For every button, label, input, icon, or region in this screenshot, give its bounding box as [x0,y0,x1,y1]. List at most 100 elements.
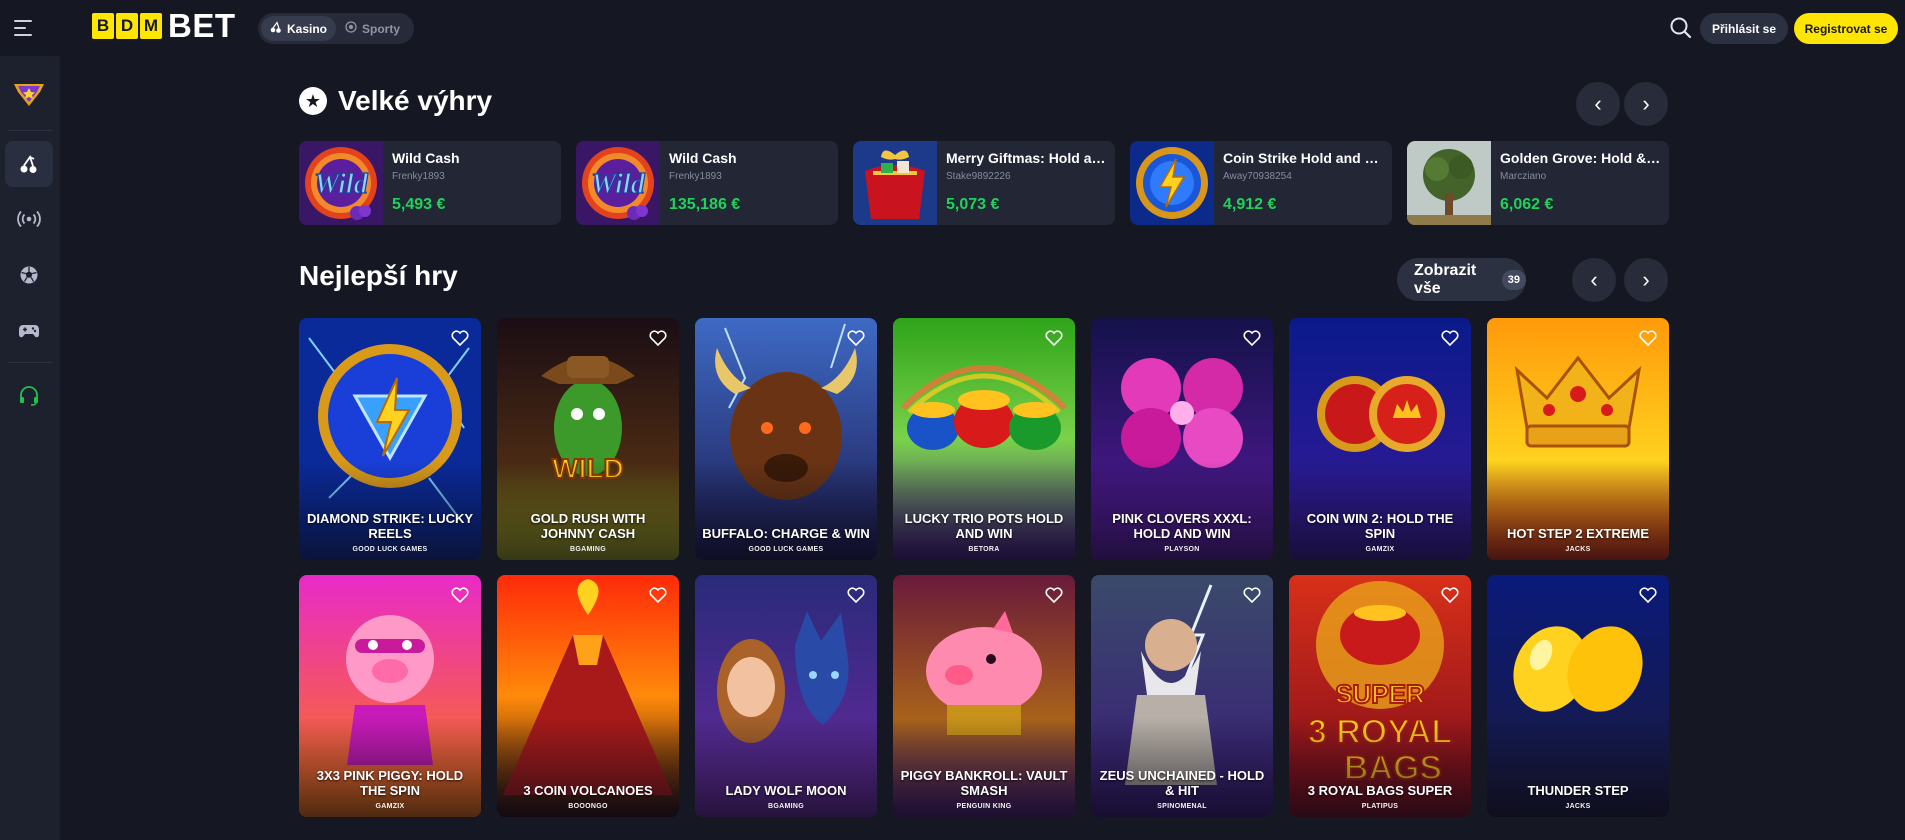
game-card[interactable]: SUPER 3 ROYAL BAGS 3 Royal Bags Super Pl… [1289,575,1471,817]
game-title: 3 Coin Volcanoes [523,783,653,798]
section-title: Velké výhry [338,85,493,116]
rank-icon[interactable] [5,71,53,117]
register-button[interactable]: Registrovat se [1794,13,1898,44]
show-all-label: Zobrazit vše [1414,261,1477,297]
tab-sports[interactable]: Sporty [336,16,409,41]
card-shade [299,717,481,817]
favorite-heart-icon[interactable] [648,328,668,348]
game-title: Zeus Unchained - Hold & Hit [1099,768,1265,798]
game-provider: Platipus [1361,803,1399,810]
casino-icon[interactable] [5,141,53,187]
card-shade [497,717,679,817]
game-card[interactable]: WILD Gold Rush with Johnny Cash BGaming [497,318,679,560]
mode-switch: Kasino Sporty [258,13,414,44]
win-game-name: Wild Cash [392,150,460,166]
win-username: Away70938254 [1223,171,1292,182]
game-card[interactable]: 3x3 Pink Piggy: Hold the Spin Gamzix [299,575,481,817]
game-title: 3x3 Pink Piggy: Hold the Spin [316,768,464,798]
win-card[interactable]: Wild Wild Cash Frenky1893 5,493 € [299,141,561,225]
favorite-heart-icon[interactable] [846,328,866,348]
card-shade [299,460,481,560]
game-card[interactable]: Lucky Trio Pots Hold and Win Betora [893,318,1075,560]
favorite-heart-icon[interactable] [1440,328,1460,348]
game-card[interactable]: Buffalo: Charge & Win Good Luck Games [695,318,877,560]
big-wins-next-button[interactable]: › [1624,82,1668,126]
favorite-heart-icon[interactable] [450,328,470,348]
win-card[interactable]: Merry Giftmas: Hold and Win Stake9892226… [853,141,1115,225]
game-card[interactable]: Lady Wolf Moon BGaming [695,575,877,817]
section-title: Nejlepší hry [299,260,458,291]
svg-text:Wild: Wild [591,169,645,200]
game-card[interactable]: Pink Clovers XXXL: Hold and Win Playson [1091,318,1273,560]
game-title: Coin Win 2: Hold the Spin [1306,511,1454,541]
favorite-heart-icon[interactable] [1638,585,1658,605]
win-card[interactable]: Coin Strike Hold and Win Away70938254 4,… [1130,141,1392,225]
card-shade [1289,717,1471,817]
card-shade [893,460,1075,560]
favorite-heart-icon[interactable] [1242,328,1262,348]
win-amount: 135,186 € [669,196,741,213]
win-game-name: Merry Giftmas: Hold and Win [946,150,1108,166]
game-title: Pink Clovers XXXL: Hold and Win [1112,511,1252,541]
show-all-button[interactable]: Zobrazit vše 39 [1397,258,1526,301]
login-button[interactable]: Přihlásit se [1700,13,1788,44]
svg-text:SUPER: SUPER [1335,679,1425,709]
game-provider: Good Luck Games [748,546,824,553]
support-icon[interactable] [5,373,53,419]
game-title: 3 Royal Bags Super [1307,783,1453,798]
win-username: Stake9892226 [946,171,1011,182]
tab-casino[interactable]: Kasino [261,16,337,41]
game-provider: Jacks [1565,546,1591,553]
gamepad-icon[interactable] [5,308,53,354]
game-card[interactable]: Zeus Unchained - Hold & Hit Spinomenal [1091,575,1273,817]
tab-label: Kasino [287,21,328,36]
card-shade [695,717,877,817]
game-card[interactable]: Diamond Strike: Lucky Reels Good Luck Ga… [299,318,481,560]
game-title: Hot Step 2 Extreme [1506,526,1650,541]
favorite-heart-icon[interactable] [1440,585,1460,605]
menu-toggle-icon[interactable] [14,14,42,42]
game-card[interactable]: Coin Win 2: Hold the Spin Gamzix [1289,318,1471,560]
favorite-heart-icon[interactable] [1638,328,1658,348]
top-games-prev-button[interactable]: ‹ [1572,258,1616,302]
tab-label: Sporty [362,21,401,36]
win-card[interactable]: Golden Grove: Hold & Win Marcziano 6,062… [1407,141,1669,225]
game-card[interactable]: 3 Coin Volcanoes Booongo [497,575,679,817]
card-shade [1487,460,1669,560]
football-icon[interactable] [5,252,53,298]
golden-grove-thumbnail [1407,141,1491,225]
sidebar-divider [8,130,52,131]
game-provider: Booongo [568,803,608,810]
logo-letter: M [140,13,162,39]
game-card[interactable]: Thunder Step Jacks [1487,575,1669,817]
card-shade [1289,460,1471,560]
favorite-heart-icon[interactable] [450,585,470,605]
game-provider: BGaming [768,803,804,810]
favorite-heart-icon[interactable] [648,585,668,605]
main-content: ★ Velké výhry ‹ › Wild Wild Cash Frenky1… [60,56,1905,840]
games-count-badge: 39 [1501,269,1526,290]
site-logo[interactable]: B D M BET [92,9,236,42]
logo-letter: D [116,13,138,39]
win-username: Frenky1893 [669,171,722,182]
game-provider: BGaming [570,546,606,553]
top-games-next-button[interactable]: › [1624,258,1668,302]
game-title: Thunder Step [1527,783,1629,798]
favorite-heart-icon[interactable] [1044,328,1064,348]
game-provider: Spinomenal [1157,803,1207,810]
live-icon[interactable] [5,196,53,242]
search-icon[interactable] [1668,15,1694,41]
win-game-name: Coin Strike Hold and Win [1223,150,1385,166]
game-provider: Good Luck Games [352,546,428,553]
big-wins-prev-button[interactable]: ‹ [1576,82,1620,126]
game-provider: Gamzix [375,803,405,810]
merry-giftmas-thumbnail [853,141,937,225]
game-card[interactable]: Hot Step 2 Extreme Jacks [1487,318,1669,560]
favorite-heart-icon[interactable] [1044,585,1064,605]
favorite-heart-icon[interactable] [846,585,866,605]
sidebar-divider [8,362,52,363]
win-card[interactable]: Wild Wild Cash Frenky1893 135,186 € [576,141,838,225]
game-card[interactable]: Piggy Bankroll: Vault Smash Penguin King [893,575,1075,817]
card-shade [497,460,679,560]
favorite-heart-icon[interactable] [1242,585,1262,605]
